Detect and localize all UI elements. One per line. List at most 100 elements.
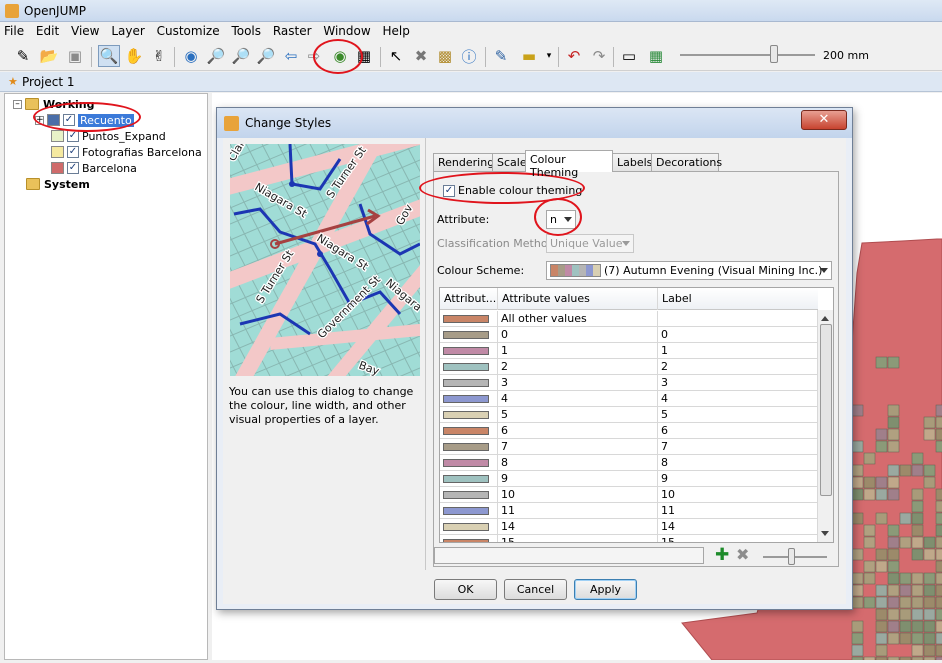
tab-rendering[interactable]: Rendering	[433, 153, 494, 172]
row-colour-cell[interactable]	[440, 423, 498, 438]
row-label[interactable]: 1	[658, 343, 818, 358]
menu-window[interactable]: Window	[319, 22, 374, 38]
measure-ruler-icon[interactable]: ▬	[518, 45, 540, 67]
table-row[interactable]: 66	[440, 423, 818, 439]
row-colour-cell[interactable]	[440, 503, 498, 518]
table-scrollbar[interactable]	[817, 310, 833, 542]
row-label[interactable]: 7	[658, 439, 818, 454]
row-colour-cell[interactable]	[440, 311, 498, 326]
row-label[interactable]	[658, 311, 818, 326]
layer-visibility-checkbox[interactable]: ✓	[67, 130, 79, 142]
menu-tools[interactable]: Tools	[227, 22, 265, 38]
tab-labels[interactable]: Labels	[612, 153, 652, 172]
row-label[interactable]: 11	[658, 503, 818, 518]
box-tool-icon[interactable]: ▩	[434, 45, 456, 67]
layer-visibility-checkbox[interactable]: ✓	[67, 162, 79, 174]
ok-button[interactable]: OK	[434, 579, 497, 600]
add-icon[interactable]: ✚	[715, 545, 729, 565]
change-styles-icon[interactable]: ◉	[329, 45, 351, 67]
zoom-slider-track[interactable]	[680, 54, 815, 56]
row-attribute-value[interactable]: 4	[498, 391, 658, 406]
apply-button[interactable]: Apply	[574, 579, 637, 600]
tab-colour-theming[interactable]: Colour Theming	[525, 150, 613, 179]
table-row[interactable]: 10 10	[440, 487, 818, 503]
row-colour-cell[interactable]	[440, 487, 498, 502]
menu-view[interactable]: View	[67, 22, 103, 38]
menu-raster[interactable]: Raster	[269, 22, 316, 38]
zoom-previous-icon[interactable]: ⇦	[280, 45, 302, 67]
globe-icon[interactable]: ◉	[180, 45, 202, 67]
row-attribute-value[interactable]: 7	[498, 439, 658, 454]
scroll-up-icon[interactable]	[821, 316, 829, 321]
row-label[interactable]: 5	[658, 407, 818, 422]
layer-visibility-checkbox[interactable]: ✓	[67, 146, 79, 158]
menu-customize[interactable]: Customize	[153, 22, 224, 38]
row-attribute-value[interactable]: 15	[498, 535, 658, 542]
table-row[interactable]: 00	[440, 327, 818, 343]
delete-features-icon[interactable]: ✖	[410, 45, 432, 67]
transparency-slider-thumb[interactable]	[788, 548, 795, 565]
tree-category-system[interactable]: System	[26, 176, 90, 192]
row-colour-cell[interactable]	[440, 471, 498, 486]
table-row[interactable]: 14 14	[440, 519, 818, 535]
table-row[interactable]: 11	[440, 343, 818, 359]
table-row[interactable]: 55	[440, 407, 818, 423]
zoom-selected-icon[interactable]: 🔎	[255, 45, 277, 67]
attribute-table-icon[interactable]: ▦	[353, 45, 375, 67]
row-colour-cell[interactable]	[440, 407, 498, 422]
row-label[interactable]: 4	[658, 391, 818, 406]
column-header-values[interactable]: Attribute values	[498, 288, 658, 310]
tree-layer-puntos-expand[interactable]: ✓ Puntos_Expand	[51, 128, 166, 144]
row-label[interactable]: 14	[658, 519, 818, 534]
column-header-label[interactable]: Label	[658, 288, 818, 310]
table-row[interactable]: 99	[440, 471, 818, 487]
tree-layer-barcelona[interactable]: ✓ Barcelona	[51, 160, 137, 176]
row-attribute-value[interactable]: 6	[498, 423, 658, 438]
zoom-tool-icon[interactable]: 🔍	[98, 45, 120, 67]
menu-file[interactable]: File	[0, 22, 28, 38]
table-row[interactable]: 77	[440, 439, 818, 455]
attribute-select[interactable]: n	[546, 210, 576, 229]
remove-icon[interactable]: ✖	[736, 545, 749, 564]
row-colour-cell[interactable]	[440, 359, 498, 374]
table-row[interactable]: 15 15	[440, 535, 818, 542]
column-header-colour[interactable]: Attribut...	[440, 288, 498, 310]
tab-scale[interactable]: Scale	[492, 153, 527, 172]
theme-filter-field[interactable]	[434, 547, 704, 564]
scroll-down-icon[interactable]	[821, 531, 829, 536]
zoom-slider-thumb[interactable]	[770, 45, 778, 63]
pan-hand-icon[interactable]: ✋	[123, 45, 145, 67]
row-colour-cell[interactable]	[440, 455, 498, 470]
project-tab[interactable]: ★ Project 1	[0, 72, 942, 92]
table-row[interactable]: 88	[440, 455, 818, 471]
undo-icon[interactable]: ↶	[563, 45, 585, 67]
scrollbar-thumb[interactable]	[820, 324, 832, 496]
table-row[interactable]: 33	[440, 375, 818, 391]
row-attribute-value[interactable]: 5	[498, 407, 658, 422]
panel-divider[interactable]	[425, 138, 426, 570]
row-label[interactable]: 3	[658, 375, 818, 390]
row-attribute-value[interactable]: 2	[498, 359, 658, 374]
row-label[interactable]: 8	[658, 455, 818, 470]
classification-method-select[interactable]: Unique Value	[546, 234, 634, 253]
row-colour-cell[interactable]	[440, 519, 498, 534]
row-label[interactable]: 2	[658, 359, 818, 374]
row-attribute-value[interactable]: All other values	[498, 311, 658, 326]
save-icon[interactable]: ▣	[64, 45, 86, 67]
row-attribute-value[interactable]: 11	[498, 503, 658, 518]
enable-theming-checkbox[interactable]: ✓	[443, 184, 455, 197]
row-label[interactable]: 15	[658, 535, 818, 542]
menu-layer[interactable]: Layer	[107, 22, 148, 38]
row-attribute-value[interactable]: 10	[498, 487, 658, 502]
row-colour-cell[interactable]	[440, 391, 498, 406]
tree-layer-recuento[interactable]: + ✓ Recuento	[35, 112, 134, 128]
spreadsheet-icon[interactable]: ▦	[645, 45, 667, 67]
open-folder-icon[interactable]: 📂	[38, 45, 60, 67]
info-icon[interactable]: ⓘ	[458, 45, 480, 67]
zoom-next-icon[interactable]: ⇨	[303, 45, 325, 67]
table-row[interactable]: 22	[440, 359, 818, 375]
transparency-slider-track[interactable]	[763, 556, 827, 558]
row-label[interactable]: 10	[658, 487, 818, 502]
table-row[interactable]: 44	[440, 391, 818, 407]
window-icon[interactable]: ▭	[618, 45, 640, 67]
